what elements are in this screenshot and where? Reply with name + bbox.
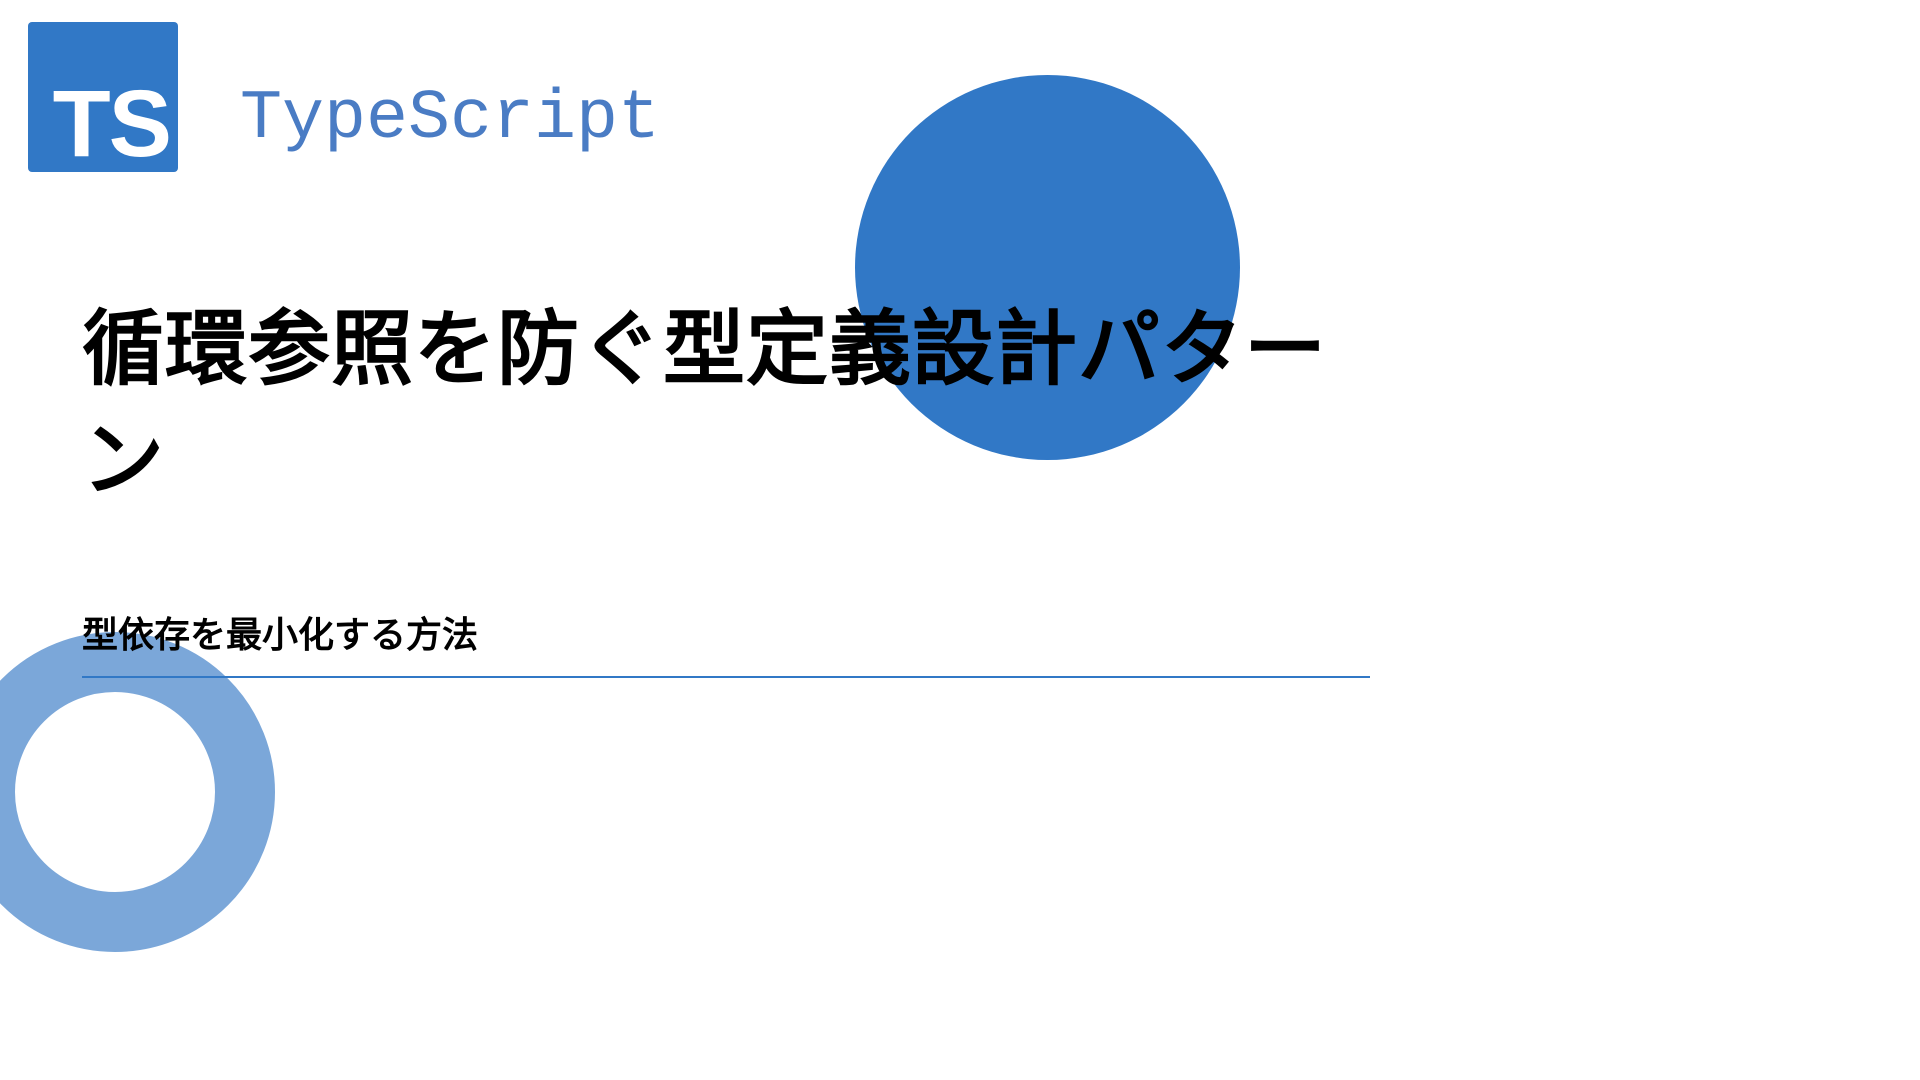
brand-name: TypeScript: [240, 80, 660, 159]
subtitle-section: 型依存を最小化する方法: [82, 606, 1370, 678]
logo-text: TS: [53, 77, 170, 172]
slide-subtitle: 型依存を最小化する方法: [82, 606, 1370, 676]
divider-line: [82, 676, 1370, 678]
slide-title: 循環参照を防ぐ型定義設計パターン: [82, 295, 1370, 516]
typescript-logo-icon: TS: [28, 22, 178, 172]
decorative-ring: [0, 632, 275, 952]
